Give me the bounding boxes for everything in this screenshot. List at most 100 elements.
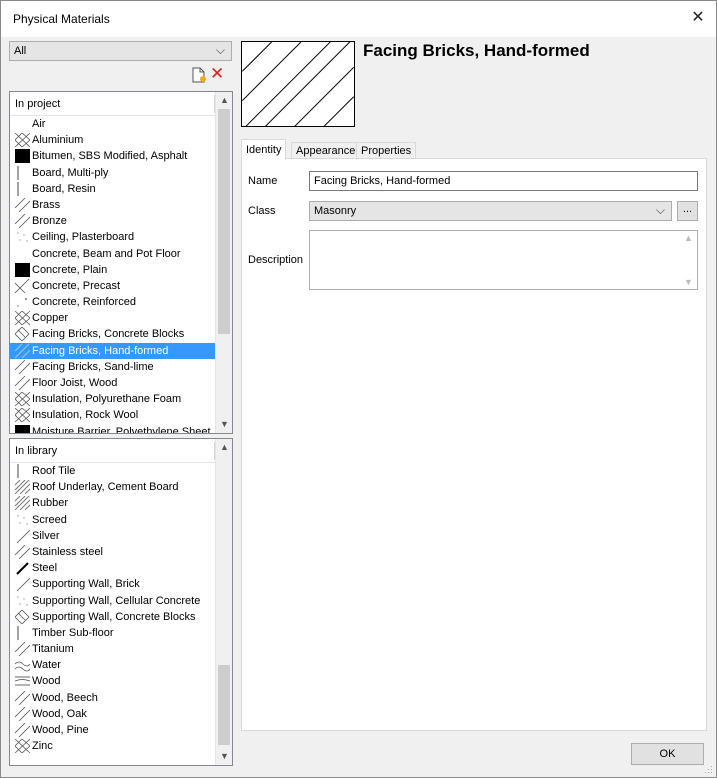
diagonal-light-icon [14,375,31,391]
ok-button[interactable]: OK [631,743,704,765]
diagonal-light-icon [14,359,31,375]
scroll-thumb[interactable] [218,109,230,334]
tab-appearance[interactable]: Appearance [291,142,361,159]
list-item-label: Moisture Barrier, Polyethylene Sheet [32,425,211,434]
list-item[interactable]: Supporting Wall, Cellular Concrete [10,593,215,609]
chevron-down-icon: ⌵ [215,43,225,57]
list-item-label: Concrete, Beam and Pot Floor [32,247,181,260]
class-value: Masonry [314,205,357,217]
list-item-label: Silver [32,529,60,542]
diagonal-dense-icon [14,496,31,511]
description-field[interactable]: ▲ ▼ [309,230,698,290]
list-item[interactable]: Brass [10,197,215,213]
list-item[interactable]: Board, Resin [10,181,215,197]
list-item[interactable]: Moisture Barrier, Polyethylene Sheet [10,424,215,434]
list-item[interactable]: Steel [10,560,215,576]
list-item[interactable]: Bitumen, SBS Modified, Asphalt [10,148,215,164]
list-item[interactable]: Concrete, Precast [10,278,215,294]
list-item[interactable]: Aluminium [10,132,215,148]
list-item[interactable]: Concrete, Plain [10,262,215,278]
scroll-up-icon[interactable]: ▲ [680,233,697,243]
list-item-label: Insulation, Rock Wool [32,409,139,422]
library-list-scrollbar[interactable]: ▲ ▼ [215,439,232,765]
tab-identity[interactable]: Identity [241,139,287,160]
project-list-scrollbar[interactable]: ▲ ▼ [215,92,232,433]
name-label: Name [248,175,278,187]
list-item[interactable]: Floor Joist, Wood [10,375,215,391]
list-item[interactable]: Insulation, Polyurethane Foam [10,391,215,407]
list-item-label: Stainless steel [32,545,103,558]
material-title: Facing Bricks, Hand-formed [363,41,590,60]
scroll-down-icon[interactable]: ▼ [680,277,697,287]
list-item[interactable]: Wood, Oak [10,706,215,722]
list-item[interactable]: Concrete, Reinforced [10,294,215,310]
identity-panel: Name Facing Bricks, Hand-formed Class Ma… [241,158,707,731]
list-item-label: Wood, Oak [32,707,87,720]
window-title: Physical Materials [13,12,110,26]
tab-properties[interactable]: Properties [356,142,417,159]
list-item-label: Wood [32,675,61,688]
list-item[interactable]: Facing Bricks, Sand-lime [10,359,215,375]
list-item[interactable]: Stainless steel [10,544,215,560]
scroll-down-icon[interactable]: ▼ [216,748,232,765]
list-item[interactable]: Copper [10,310,215,326]
list-item[interactable]: Rubber [10,495,215,511]
resize-grip-icon[interactable] [703,764,713,774]
list-item-label: Roof Tile [32,465,76,477]
list-item-label: Concrete, Plain [32,263,108,276]
crosshatch-diamond-icon [14,408,31,423]
list-item-label: Steel [32,562,58,575]
solid-black-icon [15,149,30,164]
description-scrollbar[interactable]: ▲ ▼ [680,231,697,289]
crosshatch-light-icon [14,278,30,294]
list-item[interactable]: Roof Tile [10,463,215,479]
list-item-label: Concrete, Precast [32,279,121,292]
list-item[interactable]: Wood [10,673,215,689]
scroll-up-icon[interactable]: ▲ [216,439,232,456]
list-item[interactable]: Screed [10,512,215,528]
list-item[interactable]: Wood, Beech [10,690,215,706]
name-field[interactable]: Facing Bricks, Hand-formed [309,171,698,191]
vertical-line-icon [15,625,30,640]
list-item[interactable]: Timber Sub-floor [10,625,215,641]
project-list-header-label: In project [15,98,61,110]
delete-material-icon[interactable]: ✕ [210,65,226,83]
list-item[interactable]: Board, Multi-ply [10,165,215,181]
none-icon [15,247,30,261]
list-item[interactable]: Wood, Pine [10,722,215,738]
scroll-thumb[interactable] [218,665,230,745]
filter-dropdown[interactable]: All ⌵ [9,41,232,61]
class-dropdown[interactable]: Masonry ⌵ [309,201,672,221]
list-item[interactable]: Air [10,116,215,132]
list-item-label: Board, Multi-ply [32,166,109,179]
list-item[interactable]: Silver [10,528,215,544]
close-icon[interactable]: ✕ [686,7,710,31]
scroll-up-icon[interactable]: ▲ [216,92,232,109]
list-item[interactable]: Water [10,657,215,673]
list-item-label: Copper [32,312,69,325]
list-item[interactable]: Facing Bricks, Concrete Blocks [10,326,215,343]
scroll-down-icon[interactable]: ▼ [216,416,232,433]
list-item[interactable]: Facing Bricks, Hand-formed [10,342,215,359]
list-item[interactable]: Bronze [10,213,215,229]
list-item[interactable]: Supporting Wall, Concrete Blocks [10,609,215,625]
list-item-label: Facing Bricks, Concrete Blocks [32,328,185,341]
class-more-button[interactable]: ... [677,201,698,221]
diagonal-light-icon [14,706,31,722]
list-item[interactable]: Supporting Wall, Brick [10,576,215,592]
list-item[interactable]: Insulation, Rock Wool [10,407,215,423]
list-item[interactable]: Ceiling, Plasterboard [10,229,215,245]
project-material-list[interactable]: In project Air Aluminium Bitumen, SBS Modi… [9,91,233,434]
list-item-label: Bitumen, SBS Modified, Asphalt [32,150,188,163]
new-material-icon[interactable] [192,67,206,83]
diagonal-dense-icon [14,479,31,495]
diagonal-light-icon [14,722,31,738]
vertical-line-icon [15,181,30,196]
library-material-list[interactable]: In library Roof Tile Roof Underlay, Cemen… [9,438,233,766]
list-item-label: Floor Joist, Wood [32,377,118,389]
list-item[interactable]: Titanium [10,641,215,657]
list-item[interactable]: Zinc [10,738,215,754]
list-item[interactable]: Roof Underlay, Cement Board [10,479,215,495]
list-item[interactable]: Concrete, Beam and Pot Floor [10,246,215,262]
list-item-label: Wood, Beech [32,691,98,704]
